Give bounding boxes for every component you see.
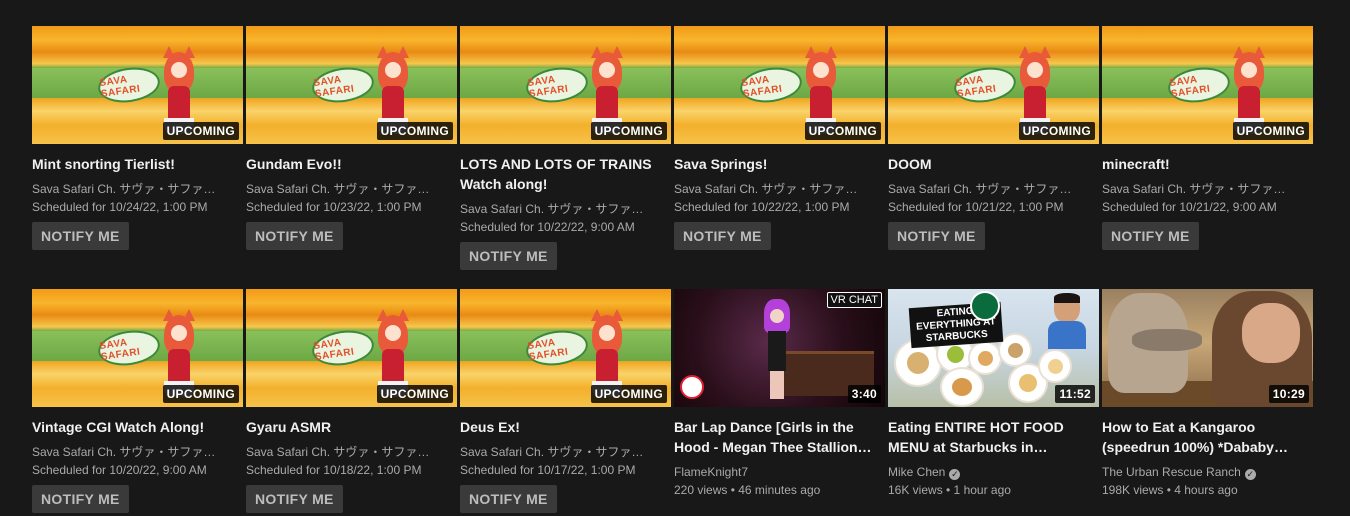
- video-thumbnail[interactable]: SAVA SAFARI UPCOMING: [460, 26, 671, 144]
- notify-me-button[interactable]: NOTIFY ME: [246, 485, 343, 513]
- channel-name-text: The Urban Rescue Ranch: [1102, 465, 1241, 479]
- video-title[interactable]: Deus Ex!: [460, 417, 671, 437]
- upcoming-badge: UPCOMING: [590, 122, 667, 140]
- video-title[interactable]: Mint snorting Tierlist!: [32, 154, 243, 174]
- food-plate-image: [940, 367, 984, 407]
- upcoming-badge: UPCOMING: [804, 122, 881, 140]
- notify-me-button[interactable]: NOTIFY ME: [246, 222, 343, 250]
- video-meta: Scheduled for 10/23/22, 1:00 PM: [246, 200, 422, 214]
- duration-badge: 3:40: [847, 385, 881, 403]
- video-meta: 198K views • 4 hours ago: [1102, 483, 1238, 497]
- dancer-avatar-image: [762, 299, 792, 399]
- channel-watermark-icon: [680, 375, 704, 399]
- video-meta: Scheduled for 10/22/22, 1:00 PM: [674, 200, 850, 214]
- video-title[interactable]: Eating ENTIRE HOT FOOD MENU at Starbucks…: [888, 417, 1099, 457]
- channel-name[interactable]: FlameKnight7: [674, 463, 859, 481]
- video-card[interactable]: SAVA SAFARI UPCOMING Deus Ex! Sava Safar…: [460, 289, 671, 513]
- vrchat-badge: VR CHAT: [826, 292, 882, 308]
- upcoming-badge: UPCOMING: [162, 122, 239, 140]
- video-title[interactable]: Gyaru ASMR: [246, 417, 457, 437]
- video-title[interactable]: How to Eat a Kangaroo (speedrun 100%) *D…: [1102, 417, 1313, 457]
- upcoming-badge: UPCOMING: [376, 385, 453, 403]
- video-title[interactable]: Vintage CGI Watch Along!: [32, 417, 243, 437]
- channel-name[interactable]: Mike Chen ✓: [888, 463, 1073, 481]
- channel-name[interactable]: Sava Safari Ch. サヴァ・サファ…: [32, 180, 217, 198]
- channel-name[interactable]: The Urban Rescue Ranch ✓: [1102, 463, 1287, 481]
- video-thumbnail[interactable]: SAVA SAFARI UPCOMING: [888, 26, 1099, 144]
- video-thumbnail[interactable]: VR CHAT 3:40: [674, 289, 885, 407]
- video-card[interactable]: SAVA SAFARI UPCOMING LOTS AND LOTS OF TR…: [460, 26, 671, 270]
- video-thumbnail[interactable]: SAVA SAFARI UPCOMING: [246, 26, 457, 144]
- channel-name[interactable]: Sava Safari Ch. サヴァ・サファ…: [246, 443, 431, 461]
- verified-check-icon: ✓: [1244, 469, 1256, 480]
- notify-me-button[interactable]: NOTIFY ME: [32, 222, 129, 250]
- video-title[interactable]: Sava Springs!: [674, 154, 885, 174]
- host-face-image: [1242, 303, 1300, 363]
- food-plate-image: [1038, 349, 1072, 383]
- video-meta: Scheduled for 10/21/22, 9:00 AM: [1102, 200, 1277, 214]
- video-meta: Scheduled for 10/20/22, 9:00 AM: [32, 463, 207, 477]
- notify-me-button[interactable]: NOTIFY ME: [460, 485, 557, 513]
- video-title[interactable]: Gundam Evo!!: [246, 154, 457, 174]
- notify-me-button[interactable]: NOTIFY ME: [460, 242, 557, 270]
- channel-name[interactable]: Sava Safari Ch. サヴァ・サファ…: [1102, 180, 1287, 198]
- notify-me-button[interactable]: NOTIFY ME: [1102, 222, 1199, 250]
- video-thumbnail[interactable]: EATING EVERYTHING AT STARBUCKS 11:52: [888, 289, 1099, 407]
- upcoming-badge: UPCOMING: [590, 385, 667, 403]
- upcoming-badge: UPCOMING: [1232, 122, 1309, 140]
- channel-name[interactable]: Sava Safari Ch. サヴァ・サファ…: [888, 180, 1073, 198]
- video-card[interactable]: SAVA SAFARI UPCOMING Vintage CGI Watch A…: [32, 289, 243, 513]
- video-card[interactable]: EATING EVERYTHING AT STARBUCKS 11:52 Eat…: [888, 289, 1099, 499]
- duration-badge: 11:52: [1055, 385, 1095, 403]
- channel-name[interactable]: Sava Safari Ch. サヴァ・サファ…: [246, 180, 431, 198]
- video-meta: 220 views • 46 minutes ago: [674, 483, 821, 497]
- video-grid: SAVA SAFARI UPCOMING Mint snorting Tierl…: [0, 0, 1350, 516]
- kangaroo-head-image: [1132, 329, 1202, 351]
- video-card[interactable]: SAVA SAFARI UPCOMING Gundam Evo!! Sava S…: [246, 26, 457, 250]
- channel-name[interactable]: Sava Safari Ch. サヴァ・サファ…: [32, 443, 217, 461]
- channel-name[interactable]: Sava Safari Ch. サヴァ・サファ…: [460, 443, 645, 461]
- video-meta: Scheduled for 10/21/22, 1:00 PM: [888, 200, 1064, 214]
- upcoming-badge: UPCOMING: [162, 385, 239, 403]
- video-card[interactable]: SAVA SAFARI UPCOMING Mint snorting Tierl…: [32, 26, 243, 250]
- video-thumbnail[interactable]: SAVA SAFARI UPCOMING: [460, 289, 671, 407]
- video-card[interactable]: SAVA SAFARI UPCOMING DOOM Sava Safari Ch…: [888, 26, 1099, 250]
- channel-name[interactable]: Sava Safari Ch. サヴァ・サファ…: [460, 200, 645, 218]
- starbucks-logo-icon: [970, 291, 1000, 321]
- video-meta: Scheduled for 10/24/22, 1:00 PM: [32, 200, 208, 214]
- verified-check-icon: ✓: [949, 469, 961, 480]
- video-thumbnail[interactable]: SAVA SAFARI UPCOMING: [32, 289, 243, 407]
- video-card[interactable]: VR CHAT 3:40 Bar Lap Dance [Girls in the…: [674, 289, 885, 499]
- notify-me-button[interactable]: NOTIFY ME: [32, 485, 129, 513]
- video-thumbnail[interactable]: 10:29: [1102, 289, 1313, 407]
- channel-name-text: Mike Chen: [888, 465, 946, 479]
- host-image: [1046, 293, 1086, 349]
- video-meta: Scheduled for 10/17/22, 1:00 PM: [460, 463, 636, 477]
- video-title[interactable]: LOTS AND LOTS OF TRAINS Watch along!: [460, 154, 671, 194]
- video-card[interactable]: SAVA SAFARI UPCOMING minecraft! Sava Saf…: [1102, 26, 1313, 250]
- video-thumbnail[interactable]: SAVA SAFARI UPCOMING: [32, 26, 243, 144]
- notify-me-button[interactable]: NOTIFY ME: [674, 222, 771, 250]
- duration-badge: 10:29: [1268, 385, 1309, 403]
- video-title[interactable]: Bar Lap Dance [Girls in the Hood - Megan…: [674, 417, 885, 457]
- video-card[interactable]: SAVA SAFARI UPCOMING Gyaru ASMR Sava Saf…: [246, 289, 457, 513]
- video-thumbnail[interactable]: SAVA SAFARI UPCOMING: [246, 289, 457, 407]
- notify-me-button[interactable]: NOTIFY ME: [888, 222, 985, 250]
- video-thumbnail[interactable]: SAVA SAFARI UPCOMING: [1102, 26, 1313, 144]
- video-title[interactable]: DOOM: [888, 154, 1099, 174]
- video-meta: Scheduled for 10/22/22, 9:00 AM: [460, 220, 635, 234]
- video-card[interactable]: 10:29 How to Eat a Kangaroo (speedrun 10…: [1102, 289, 1313, 499]
- video-thumbnail[interactable]: SAVA SAFARI UPCOMING: [674, 26, 885, 144]
- upcoming-badge: UPCOMING: [1018, 122, 1095, 140]
- video-title[interactable]: minecraft!: [1102, 154, 1313, 174]
- video-meta: Scheduled for 10/18/22, 1:00 PM: [246, 463, 422, 477]
- channel-name[interactable]: Sava Safari Ch. サヴァ・サファ…: [674, 180, 859, 198]
- video-meta: 16K views • 1 hour ago: [888, 483, 1011, 497]
- upcoming-badge: UPCOMING: [376, 122, 453, 140]
- video-card[interactable]: SAVA SAFARI UPCOMING Sava Springs! Sava …: [674, 26, 885, 250]
